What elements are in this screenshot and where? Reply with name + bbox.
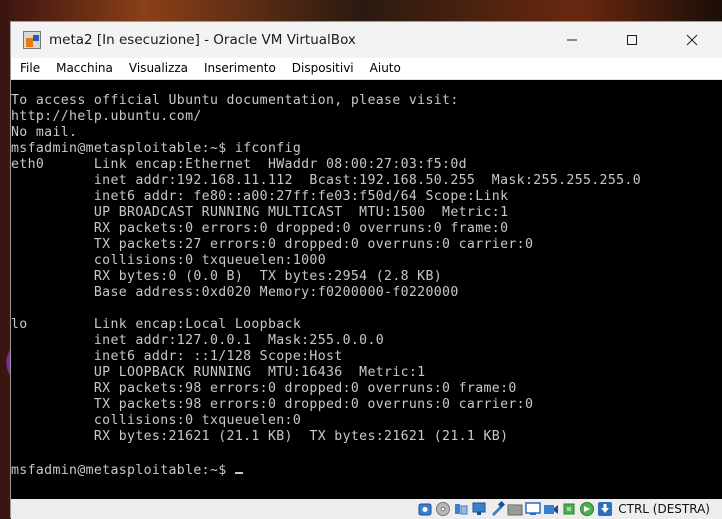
optical-drive-icon[interactable] — [434, 501, 451, 518]
menu-devices[interactable]: Dispositivi — [283, 58, 361, 79]
terminal-line: UP LOOPBACK RUNNING MTU:16436 Metric:1 — [93, 365, 426, 380]
minimize-button[interactable] — [542, 22, 602, 58]
status-icons — [416, 501, 614, 518]
close-button[interactable] — [662, 22, 722, 58]
usb-icon[interactable] — [488, 501, 505, 518]
terminal-line: inet6 addr: ::1/128 Scope:Host — [93, 349, 343, 364]
terminal-line: msfadmin@metasploitable:~$ ifconfig — [11, 141, 302, 156]
keyboard-arrow-icon[interactable] — [596, 501, 613, 518]
title-bar[interactable]: meta2 [In esecuzione] - Oracle VM Virtua… — [11, 22, 722, 58]
terminal-line: inet6 addr: fe80::a00:27ff:fe03:f50d/64 … — [93, 189, 509, 204]
terminal-prompt: msfadmin@metasploitable:~$ — [11, 463, 235, 478]
maximize-button[interactable] — [602, 22, 662, 58]
terminal-line: No mail. — [11, 125, 78, 140]
terminal-output: To access official Ubuntu documentation,… — [11, 93, 641, 479]
display-icon[interactable] — [524, 501, 541, 518]
terminal-line: UP BROADCAST RUNNING MULTICAST MTU:1500 … — [93, 205, 509, 220]
menu-view[interactable]: Visualizza — [120, 58, 195, 79]
virtualbox-app-icon — [23, 31, 41, 49]
network-icon[interactable] — [470, 501, 487, 518]
minimize-icon — [567, 39, 577, 41]
menu-help[interactable]: Aiuto — [361, 58, 408, 79]
virtualbox-window: meta2 [In esecuzione] - Oracle VM Virtua… — [10, 21, 722, 519]
terminal-lines: To access official Ubuntu documentation,… — [11, 93, 641, 444]
terminal-line: inet addr:127.0.0.1 Mask:255.0.0.0 — [93, 333, 385, 348]
cpu-icon[interactable] — [560, 501, 577, 518]
terminal-line: RX packets:0 errors:0 dropped:0 overruns… — [93, 221, 509, 236]
host-key-label: CTRL (DESTRA) — [618, 502, 710, 516]
terminal-line: lo Link encap:Local Loopback — [11, 317, 302, 332]
window-controls — [542, 22, 722, 58]
status-bar: CTRL (DESTRA) — [11, 499, 722, 519]
hard-disk-icon[interactable] — [416, 501, 433, 518]
mouse-integration-icon[interactable] — [578, 501, 595, 518]
menu-input[interactable]: Inserimento — [195, 58, 283, 79]
terminal-line: eth0 Link encap:Ethernet HWaddr 08:00:27… — [11, 157, 467, 172]
terminal-line: RX bytes:21621 (21.1 KB) TX bytes:21621 … — [93, 429, 509, 444]
terminal-line: inet addr:192.168.11.112 Bcast:192.168.5… — [93, 173, 642, 188]
maximize-icon — [627, 35, 637, 45]
terminal-line: http://help.ubuntu.com/ — [11, 109, 202, 124]
terminal-line: Base address:0xd020 Memory:f0200000-f022… — [93, 285, 459, 300]
terminal-line: TX packets:98 errors:0 dropped:0 overrun… — [93, 397, 534, 412]
terminal-line: TX packets:27 errors:0 dropped:0 overrun… — [93, 237, 534, 252]
menu-file[interactable]: File — [11, 58, 47, 79]
terminal-line: To access official Ubuntu documentation,… — [11, 93, 459, 108]
terminal-line: RX bytes:0 (0.0 B) TX bytes:2954 (2.8 KB… — [93, 269, 443, 284]
text-cursor — [234, 461, 243, 474]
audio-icon[interactable] — [452, 501, 469, 518]
terminal-line: collisions:0 txqueuelen:1000 — [93, 253, 327, 268]
menu-bar: File Macchina Visualizza Inserimento Dis… — [11, 58, 722, 80]
shared-folders-icon[interactable] — [506, 501, 523, 518]
window-title: meta2 [In esecuzione] - Oracle VM Virtua… — [49, 32, 356, 48]
terminal-line: RX packets:98 errors:0 dropped:0 overrun… — [93, 381, 517, 396]
menu-machine[interactable]: Macchina — [47, 58, 120, 79]
terminal-line: collisions:0 txqueuelen:0 — [93, 413, 302, 428]
close-icon — [686, 34, 698, 46]
recording-icon[interactable] — [542, 501, 559, 518]
vm-screen[interactable]: To access official Ubuntu documentation,… — [11, 80, 722, 499]
